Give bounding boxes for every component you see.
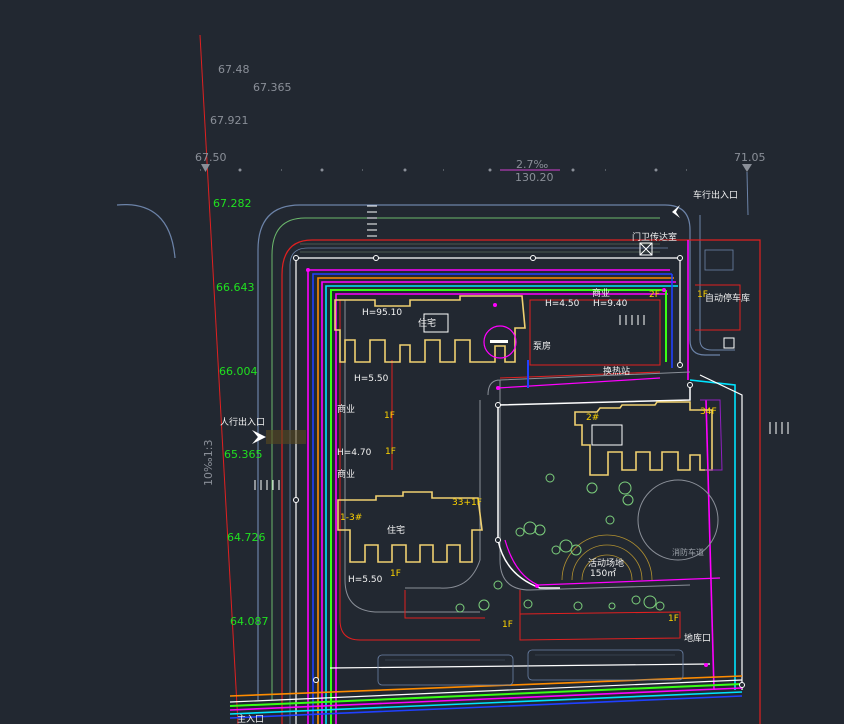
west-commercial-floor-2: 1F — [385, 447, 396, 457]
west-commercial-height: H=4.70 — [337, 448, 372, 458]
elevation-left-6: 64.087 — [230, 615, 269, 628]
east-tower-floors: 34F — [700, 407, 717, 417]
pedestrian-entrance-arrow — [252, 430, 266, 444]
activity-area-label: 活动场地 — [588, 557, 624, 569]
ne-small-label: 自动停车库 — [705, 292, 750, 304]
north-base-height: H=5.50 — [354, 374, 389, 384]
sw-residential-label: 住宅 — [387, 524, 405, 536]
central-walkway — [497, 405, 560, 589]
basement-entrance-label: 地库口 — [684, 632, 711, 644]
east-tower-tag: 2# — [586, 413, 599, 423]
elevation-left-1: 67.282 — [213, 197, 252, 210]
activity-area-size: 150㎡ — [590, 568, 616, 579]
bottom-floor-1: 1F — [502, 620, 513, 630]
elevation-top-3: 67.921 — [210, 114, 249, 127]
elevation-left-4: 65.365 — [224, 448, 263, 461]
heat-station-label: 换热站 — [603, 365, 630, 377]
guard-label: 门卫传达室 — [632, 231, 677, 243]
sw-floor: 1F — [390, 569, 401, 579]
dimension-top: 2.7‰ — [516, 158, 548, 171]
floors-2f: 2F — [649, 290, 660, 300]
elevation-top-5: 71.05 — [734, 151, 766, 164]
dimension-bottom: 130.20 — [515, 171, 554, 184]
survey-marker-left — [201, 164, 210, 172]
sw-height: H=5.50 — [348, 575, 383, 585]
pump-room-label: 泵房 — [533, 340, 551, 352]
north-height: H=95.10 — [362, 308, 402, 318]
sw-tower-floors: 33+1F — [452, 498, 482, 508]
utility-pipes-west — [295, 258, 678, 724]
utility-pipes-south — [229, 663, 743, 719]
commercial-ne-label: 商业 — [592, 287, 610, 299]
elevation-top-1: 67.48 — [218, 63, 250, 76]
site-arc — [116, 204, 176, 259]
sw-tower-tag: 1-3# — [340, 513, 362, 523]
site-plan-drawing: 67.48 67.365 67.921 67.50 71.05 67.282 6… — [116, 34, 789, 724]
commercial-ne-h1: H=4.50 — [545, 299, 580, 309]
elevation-top-4: 67.50 — [195, 151, 227, 164]
commercial-ne-h2: H=9.40 — [593, 299, 628, 309]
slope-label: 10‰1:3 — [202, 440, 215, 486]
elevation-left-2: 66.643 — [216, 281, 255, 294]
bottom-floor-2: 1F — [668, 614, 679, 624]
north-residential-label: 住宅 — [418, 317, 436, 329]
pedestrian-entrance-label: 人行出入口 — [220, 416, 265, 428]
west-commercial-label: 商业 — [337, 403, 355, 415]
main-entrance-label: 主入口 — [237, 713, 264, 724]
survey-marker-right — [742, 164, 752, 172]
elevation-left-5: 64.726 — [227, 531, 266, 544]
elevation-top-2: 67.365 — [253, 81, 292, 94]
vehicle-entrance-label: 车行出入口 — [693, 189, 738, 201]
west-commercial-floor: 1F — [384, 411, 395, 421]
fire-lane-label: 消防车道 — [672, 547, 704, 557]
west-commercial-label-2: 商业 — [337, 468, 355, 480]
elevation-left-3: 66.004 — [219, 365, 258, 378]
